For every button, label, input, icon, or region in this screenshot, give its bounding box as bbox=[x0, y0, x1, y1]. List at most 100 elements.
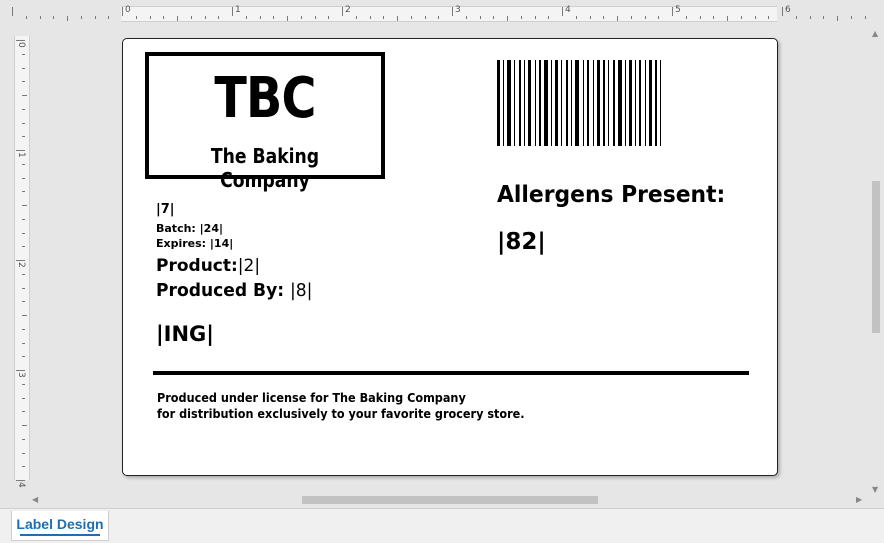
ruler-tick bbox=[16, 480, 25, 481]
barcode-bar bbox=[645, 60, 646, 146]
ruler-number: 1 bbox=[16, 152, 26, 158]
barcode-bar bbox=[597, 60, 600, 146]
barcode-bar bbox=[603, 60, 605, 146]
ruler-tick bbox=[795, 16, 797, 19]
barcode-bar bbox=[608, 60, 609, 146]
ruler-tick bbox=[644, 16, 646, 19]
scroll-up-icon[interactable]: ▲ bbox=[872, 30, 878, 38]
barcode-bar bbox=[519, 60, 521, 146]
barcode-bar bbox=[635, 60, 636, 146]
batch-field[interactable]: Batch: |24| bbox=[156, 222, 223, 235]
barcode-bar bbox=[649, 60, 652, 146]
horizontal-scroll-thumb[interactable] bbox=[302, 496, 598, 504]
ruler-tick bbox=[22, 218, 25, 220]
ruler-tick bbox=[603, 16, 605, 19]
horizontal-scrollbar[interactable]: ◀ ▶ bbox=[28, 492, 868, 508]
ruler-tick bbox=[438, 16, 440, 19]
ruler-tick bbox=[823, 16, 825, 19]
barcode-bar bbox=[660, 60, 661, 146]
vertical-scroll-thumb[interactable] bbox=[872, 181, 880, 333]
vertical-scrollbar[interactable]: ▲ ▼ bbox=[868, 28, 884, 498]
ruler-tick bbox=[685, 16, 687, 19]
scroll-down-icon[interactable]: ▼ bbox=[872, 486, 878, 494]
scroll-left-icon[interactable]: ◀ bbox=[32, 496, 38, 504]
ruler-tick bbox=[122, 7, 123, 16]
ruler-tick bbox=[22, 246, 25, 248]
ingredients-field[interactable]: |ING| bbox=[156, 322, 214, 346]
ruler-tick bbox=[22, 177, 25, 179]
produced-by-label: Produced By: bbox=[156, 280, 291, 301]
ruler-tick bbox=[864, 16, 866, 19]
ruler-tick bbox=[617, 16, 618, 21]
ruler-tick bbox=[177, 16, 178, 21]
ruler-tick bbox=[548, 16, 550, 19]
ruler-tick bbox=[397, 16, 398, 21]
ruler-tick bbox=[22, 205, 27, 206]
ruler-tick bbox=[328, 16, 330, 19]
barcode-bar bbox=[618, 60, 622, 146]
logo-title: TBC bbox=[214, 66, 316, 131]
ruler-tick bbox=[22, 163, 25, 165]
barcode-bar bbox=[613, 60, 615, 146]
ruler-tick bbox=[22, 315, 27, 316]
barcode-bar bbox=[539, 60, 541, 146]
barcode-bar bbox=[655, 60, 657, 146]
product-field[interactable]: Product:|2| bbox=[156, 256, 260, 276]
tab-label-design[interactable]: Label Design bbox=[11, 511, 109, 541]
product-value: |2| bbox=[237, 256, 261, 276]
produced-by-value: |8| bbox=[290, 280, 313, 301]
ruler-tick bbox=[410, 16, 412, 19]
ruler-tick bbox=[190, 16, 192, 19]
ruler-tick bbox=[53, 16, 55, 19]
footer-line-2[interactable]: for distribution exclusively to your fav… bbox=[157, 406, 525, 421]
footer-line-1[interactable]: Produced under license for The Baking Co… bbox=[157, 390, 466, 405]
produced-by-field[interactable]: Produced By: |8| bbox=[156, 280, 312, 301]
expires-field[interactable]: Expires: |14| bbox=[156, 237, 233, 250]
ruler-tick bbox=[837, 16, 838, 21]
ruler-number: 4 bbox=[565, 5, 571, 15]
field-7[interactable]: |7| bbox=[156, 202, 175, 217]
barcode-bar bbox=[629, 60, 632, 146]
ruler-tick bbox=[245, 16, 247, 19]
ruler-tick bbox=[314, 16, 316, 19]
ruler-tick bbox=[39, 16, 41, 19]
ruler-tick bbox=[22, 136, 25, 138]
ruler-tick bbox=[22, 438, 25, 440]
barcode-bar bbox=[507, 60, 511, 146]
ruler-tick bbox=[22, 466, 25, 468]
ruler-number: 2 bbox=[16, 262, 26, 268]
ruler-tick bbox=[589, 16, 591, 19]
ruler-tick bbox=[672, 7, 673, 16]
allergens-value[interactable]: |82| bbox=[497, 229, 546, 255]
ruler-tick bbox=[22, 95, 27, 96]
ruler-tick bbox=[22, 122, 25, 124]
ruler-tick bbox=[424, 16, 426, 19]
ruler-tick bbox=[768, 16, 770, 19]
ruler-number: 4 bbox=[16, 482, 26, 488]
scroll-right-icon[interactable]: ▶ bbox=[856, 496, 862, 504]
ruler-tick bbox=[273, 16, 275, 19]
ruler-tick bbox=[22, 452, 25, 454]
label-canvas[interactable]: TBC The Baking Company |7| Batch: |24| E… bbox=[122, 38, 778, 476]
barcode-bar bbox=[583, 60, 584, 146]
ruler-tick bbox=[22, 81, 25, 83]
barcode-bar bbox=[587, 60, 589, 146]
allergens-title[interactable]: Allergens Present: bbox=[497, 182, 725, 208]
ruler-number: 3 bbox=[455, 5, 461, 15]
ruler-number: 0 bbox=[125, 5, 131, 15]
ruler-tick bbox=[22, 53, 25, 55]
logo-box[interactable]: TBC The Baking Company bbox=[145, 52, 385, 192]
ruler-tick bbox=[575, 16, 577, 19]
label-designer-app: 0 1 2 3 4 5 6 0 1 2 3 4 TBC The Baking Company |7|… bbox=[0, 0, 884, 543]
ruler-tick bbox=[383, 16, 385, 19]
divider-line[interactable] bbox=[153, 371, 749, 375]
barcode[interactable] bbox=[497, 60, 739, 146]
horizontal-ruler: 0 1 2 3 4 5 6 bbox=[0, 0, 884, 28]
ruler-tick bbox=[782, 7, 783, 16]
ruler-tick bbox=[355, 16, 357, 19]
ruler-tick bbox=[809, 16, 811, 19]
barcode-bar bbox=[503, 60, 504, 146]
ruler-tick bbox=[80, 16, 82, 19]
ruler-tick bbox=[520, 16, 522, 19]
ruler-tick bbox=[713, 16, 715, 19]
